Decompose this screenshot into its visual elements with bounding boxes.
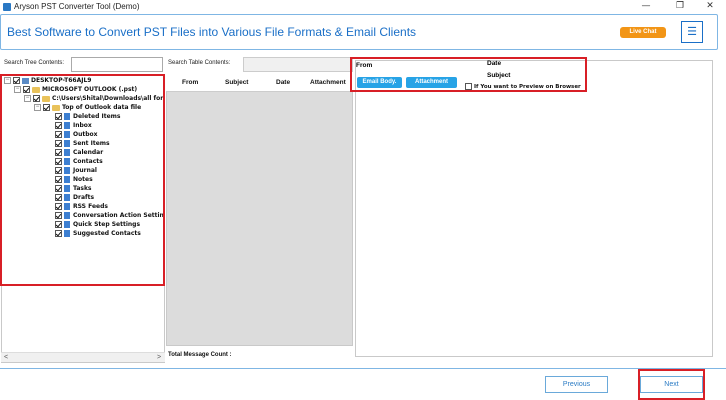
search-table-input[interactable] xyxy=(243,57,353,72)
scroll-left-icon[interactable]: < xyxy=(4,353,8,363)
title-bar: Aryson PST Converter Tool (Demo) — ❐ ✕ xyxy=(0,0,726,14)
scroll-right-icon[interactable]: > xyxy=(157,353,161,363)
footer-bar xyxy=(0,368,726,400)
column-header-attachment[interactable]: Attachment xyxy=(310,79,346,86)
tree-highlight-box xyxy=(0,74,165,286)
window-title: Aryson PST Converter Tool (Demo) xyxy=(14,2,140,11)
search-tree-label: Search Tree Contents: xyxy=(4,60,65,66)
total-message-count: Total Message Count : xyxy=(168,352,232,358)
next-highlight-box xyxy=(638,369,705,400)
preview-pane xyxy=(355,60,713,357)
restore-button[interactable]: ❐ xyxy=(664,0,696,14)
header-banner: Best Software to Convert PST Files into … xyxy=(0,14,718,50)
app-icon xyxy=(3,3,11,11)
column-header-subject[interactable]: Subject xyxy=(225,79,248,86)
search-table-label: Search Table Contents: xyxy=(168,60,231,66)
table-header: From Subject Date Attachment xyxy=(166,74,353,92)
message-table[interactable] xyxy=(166,74,353,346)
column-header-from[interactable]: From xyxy=(182,79,198,86)
menu-button[interactable]: ☰ xyxy=(681,21,703,43)
close-button[interactable]: ✕ xyxy=(694,0,726,14)
preview-highlight-box xyxy=(350,57,587,92)
tree-horizontal-scrollbar[interactable]: < > xyxy=(1,352,165,362)
live-chat-button[interactable]: Live Chat xyxy=(620,27,666,38)
column-header-date[interactable]: Date xyxy=(276,79,290,86)
search-tree-input[interactable] xyxy=(71,57,163,72)
hamburger-menu-icon: ☰ xyxy=(687,26,697,38)
minimize-button[interactable]: — xyxy=(630,0,662,14)
banner-title: Best Software to Convert PST Files into … xyxy=(7,25,417,39)
previous-button[interactable]: Previous xyxy=(545,376,608,393)
